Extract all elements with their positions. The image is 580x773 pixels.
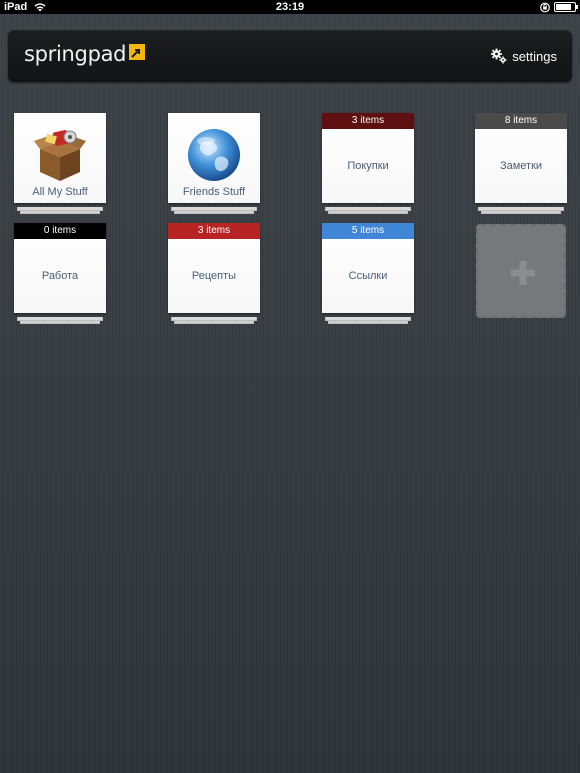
- notebook-pokupki[interactable]: 3 items Покупки: [322, 113, 414, 214]
- tile-stack-edge: [325, 207, 411, 211]
- notebook-card: 0 items Работа: [14, 223, 106, 313]
- settings-button[interactable]: settings: [490, 47, 557, 65]
- battery-level: [556, 4, 572, 10]
- springpad-logo: springpad: [24, 42, 146, 66]
- gear-icon: [491, 48, 507, 64]
- tile-stack-edge: [478, 207, 564, 211]
- box-icon: [34, 130, 86, 181]
- tile-stack-edge: [325, 317, 411, 321]
- status-left: iPad: [4, 1, 47, 13]
- add-notebook-button[interactable]: [476, 224, 566, 318]
- notebook-card: 3 items Рецепты: [168, 223, 260, 313]
- settings-label: settings: [512, 48, 557, 64]
- notebook-name: Заметки: [499, 160, 543, 172]
- battery-icon: [554, 2, 578, 12]
- status-bar: iPad 23:19: [0, 0, 580, 14]
- notebook-friends-stuff[interactable]: Friends Stuff: [168, 113, 260, 214]
- status-right: [540, 2, 578, 13]
- items-count-band: 8 items: [475, 113, 567, 129]
- notebook-name: Работа: [41, 270, 79, 282]
- notebook-name: Ссылки: [348, 270, 388, 282]
- notebook-ssylki[interactable]: 5 items Ссылки: [322, 223, 414, 324]
- notebook-card: 3 items Покупки: [322, 113, 414, 203]
- tile-stack-edge: [171, 207, 257, 211]
- items-count-band: 5 items: [322, 223, 414, 239]
- clock: 23:19: [275, 1, 305, 13]
- globe-icon: [188, 129, 240, 181]
- notebook-rabota[interactable]: 0 items Работа: [14, 223, 106, 324]
- notebook-all-my-stuff[interactable]: All My Stuff: [14, 113, 106, 214]
- tile-stack-edge: [17, 207, 103, 211]
- wifi-icon: [34, 3, 46, 12]
- rotation-lock-icon: [540, 2, 550, 12]
- logo-mark-icon: [129, 44, 146, 60]
- logo-text: springpad: [24, 42, 127, 66]
- tile-stack-edge: [171, 317, 257, 321]
- notebook-name: Friends Stuff: [182, 186, 246, 198]
- notebook-name: All My Stuff: [32, 186, 88, 198]
- notebook-card: Friends Stuff: [168, 113, 260, 203]
- notebook-zametki[interactable]: 8 items Заметки: [475, 113, 567, 214]
- notebook-name: Покупки: [347, 160, 389, 172]
- items-count-band: 0 items: [14, 223, 106, 239]
- notebook-card: 8 items Заметки: [475, 113, 567, 203]
- items-count-band: 3 items: [168, 223, 260, 239]
- notebook-card: All My Stuff: [14, 113, 106, 203]
- notebook-card: 5 items Ссылки: [322, 223, 414, 313]
- plus-icon: [511, 261, 535, 285]
- notebook-name: Рецепты: [191, 270, 237, 282]
- carrier-label: iPad: [4, 1, 28, 13]
- tile-stack-edge: [17, 317, 103, 321]
- items-count-band: 3 items: [322, 113, 414, 129]
- app-header: springpad settings: [8, 30, 572, 82]
- notebook-recepty[interactable]: 3 items Рецепты: [168, 223, 260, 324]
